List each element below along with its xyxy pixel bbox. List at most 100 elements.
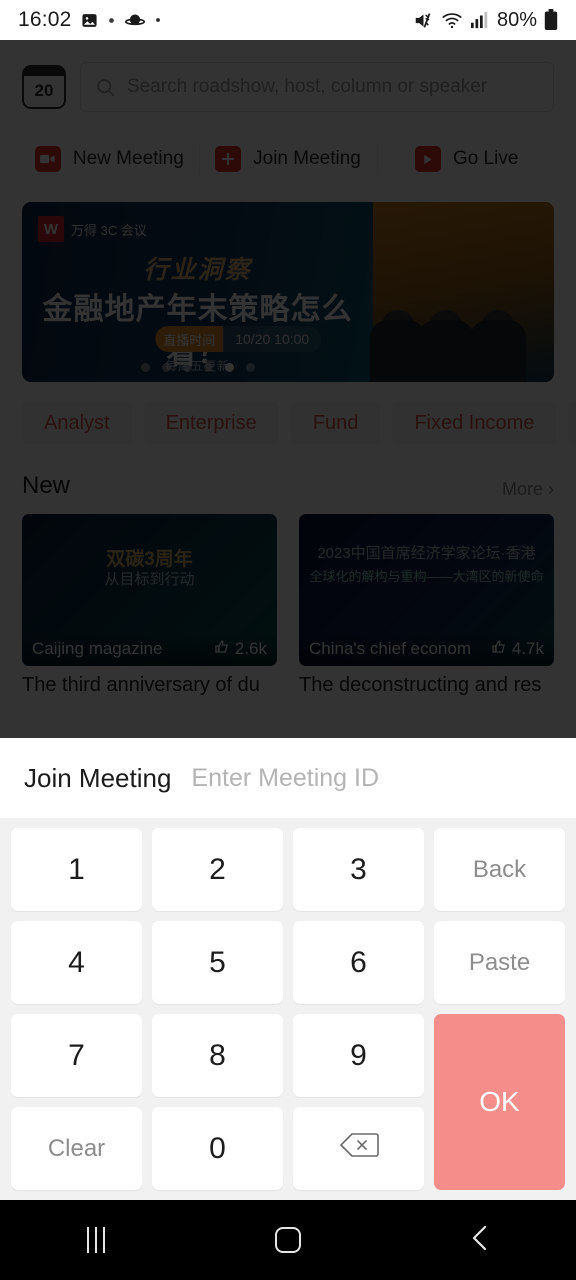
card-title: The third anniversary of du: [22, 674, 260, 696]
status-bar-left: 16:02: [18, 8, 162, 32]
status-time: 16:02: [18, 8, 72, 31]
banner-kicker: 行业洞察: [143, 256, 252, 284]
battery-icon: [544, 9, 558, 31]
plus-icon: [215, 146, 242, 172]
more-label: More: [501, 479, 543, 499]
new-meeting-button[interactable]: New Meeting: [20, 132, 199, 186]
thumb-subheading: 从目标到行动: [104, 571, 195, 588]
dot-icon: [107, 16, 116, 25]
key-4[interactable]: 4: [11, 921, 142, 1004]
key-3[interactable]: 3: [293, 828, 424, 911]
card-likes-count: 2.6k: [234, 639, 267, 658]
thumbs-up-icon: [214, 639, 230, 660]
recents-icon: [87, 1227, 105, 1253]
carousel-dot[interactable]: [203, 363, 213, 372]
category-chips: Analyst Enterprise Fund Fixed Income: [0, 382, 576, 444]
list-item[interactable]: 双碳3周年 从目标到行动 Caijing magazine 2.6k The t…: [22, 514, 277, 697]
key-2[interactable]: 2: [152, 828, 283, 911]
key-clear[interactable]: Clear: [11, 1107, 142, 1190]
signal-icon: [470, 11, 490, 29]
battery-percent: 80%: [496, 8, 537, 31]
search-row: 20 Search roadshow, host, column or spea…: [0, 40, 576, 112]
card-thumbnail: 2023中国首席经济学家论坛·香港 全球化的解构与重构——大湾区的新使命 Chi…: [299, 514, 554, 666]
image-icon: [81, 12, 98, 29]
home-icon: [275, 1227, 301, 1253]
card-thumbnail: 双碳3周年 从目标到行动 Caijing magazine 2.6k: [22, 514, 277, 666]
carousel-dot[interactable]: [140, 363, 150, 372]
banner-brand-label: 万得 3C 会议: [71, 222, 147, 238]
new-meeting-label: New Meeting: [72, 148, 184, 169]
search-icon: [95, 77, 116, 98]
card-meta: China's chief econom 4.7k: [299, 632, 554, 666]
wifi-icon: [441, 11, 463, 30]
sheet-title: Join Meeting: [24, 762, 172, 793]
key-9[interactable]: 9: [293, 1014, 424, 1097]
promo-banner[interactable]: W 万得 3C 会议 行业洞察 金融地产年末策略怎么看？ 直播时间 10/20 …: [22, 202, 554, 382]
carousel-dot-active[interactable]: [224, 363, 234, 372]
key-1[interactable]: 1: [11, 828, 142, 911]
banner-schedule: 直播时间 10/20 10:00: [155, 326, 322, 352]
key-0[interactable]: 0: [152, 1107, 283, 1190]
new-card-list: 双碳3周年 从目标到行动 Caijing magazine 2.6k The t…: [0, 500, 576, 697]
thumb-heading: 双碳3周年: [106, 549, 193, 570]
card-likes: 2.6k: [214, 639, 267, 660]
banner-schedule-value: 10/20 10:00: [235, 331, 310, 347]
go-live-button[interactable]: Go Live: [377, 132, 556, 186]
section-header-new: New More ›: [0, 444, 576, 500]
join-meeting-sheet: Join Meeting Enter Meeting ID 1 2 3 Back…: [0, 738, 576, 1200]
key-8[interactable]: 8: [152, 1014, 283, 1097]
chip-enterprise[interactable]: Enterprise: [143, 402, 279, 444]
dot-icon: [154, 16, 162, 24]
more-link[interactable]: More ›: [502, 479, 554, 500]
calendar-icon[interactable]: 20: [22, 65, 66, 109]
back-icon: [469, 1223, 491, 1258]
search-input[interactable]: Search roadshow, host, column or speaker: [80, 62, 554, 112]
carousel-dot[interactable]: [182, 363, 192, 372]
key-paste[interactable]: Paste: [434, 921, 565, 1004]
card-likes-count: 4.7k: [511, 639, 544, 658]
status-bar-right: 80%: [413, 9, 558, 32]
key-7[interactable]: 7: [11, 1014, 142, 1097]
recents-button[interactable]: [0, 1227, 192, 1253]
search-placeholder: Search roadshow, host, column or speaker: [127, 76, 488, 97]
chevron-right-icon: ›: [548, 479, 554, 499]
video-camera-icon: [34, 146, 61, 172]
key-backspace[interactable]: [293, 1107, 424, 1190]
phone-screen: 16:02 80% 20 Search roadshow, host, colu…: [0, 0, 576, 1280]
key-back[interactable]: Back: [434, 828, 565, 911]
thumbs-up-icon: [491, 639, 507, 660]
backspace-icon: [339, 1131, 379, 1167]
meeting-id-input[interactable]: Enter Meeting ID: [191, 764, 379, 793]
status-bar: 16:02 80%: [0, 0, 576, 40]
thumb-subheading: 全球化的解构与重构——大湾区的新使命: [309, 569, 544, 584]
banner-logo: W: [38, 216, 64, 242]
carousel-dot[interactable]: [161, 363, 171, 372]
back-button[interactable]: [384, 1223, 576, 1258]
go-live-label: Go Live: [452, 148, 519, 169]
card-meta: Caijing magazine 2.6k: [22, 632, 277, 666]
chip-fund[interactable]: Fund: [290, 402, 381, 444]
join-meeting-button[interactable]: Join Meeting: [198, 132, 378, 186]
play-icon: [414, 146, 441, 172]
key-6[interactable]: 6: [293, 921, 424, 1004]
section-title: New: [22, 472, 71, 499]
join-meeting-label: Join Meeting: [253, 148, 361, 169]
android-nav-bar: [0, 1200, 576, 1280]
carousel-dot[interactable]: [245, 363, 255, 372]
chip-partial[interactable]: [568, 402, 576, 444]
card-title: The deconstructing and res: [299, 674, 542, 696]
chip-analyst[interactable]: Analyst: [22, 402, 132, 444]
numeric-keypad: 1 2 3 Back 4 5 6 Paste 7 8 9 Clear 0 OK: [0, 818, 576, 1200]
banner-brand: W 万得 3C 会议: [38, 216, 147, 242]
banner-carousel-dots[interactable]: [22, 363, 373, 372]
banner-photo: [370, 202, 554, 382]
list-item[interactable]: 2023中国首席经济学家论坛·香港 全球化的解构与重构——大湾区的新使命 Chi…: [299, 514, 554, 697]
mute-icon: [413, 11, 434, 30]
quick-actions: New Meeting Join Meeting Go Live: [0, 112, 576, 186]
chip-fixed-income[interactable]: Fixed Income: [392, 402, 557, 444]
home-button[interactable]: [192, 1227, 384, 1253]
banner-schedule-label: 直播时间: [155, 326, 224, 352]
key-5[interactable]: 5: [152, 921, 283, 1004]
ok-button[interactable]: OK: [434, 1014, 565, 1190]
card-host: China's chief econom: [309, 639, 471, 658]
